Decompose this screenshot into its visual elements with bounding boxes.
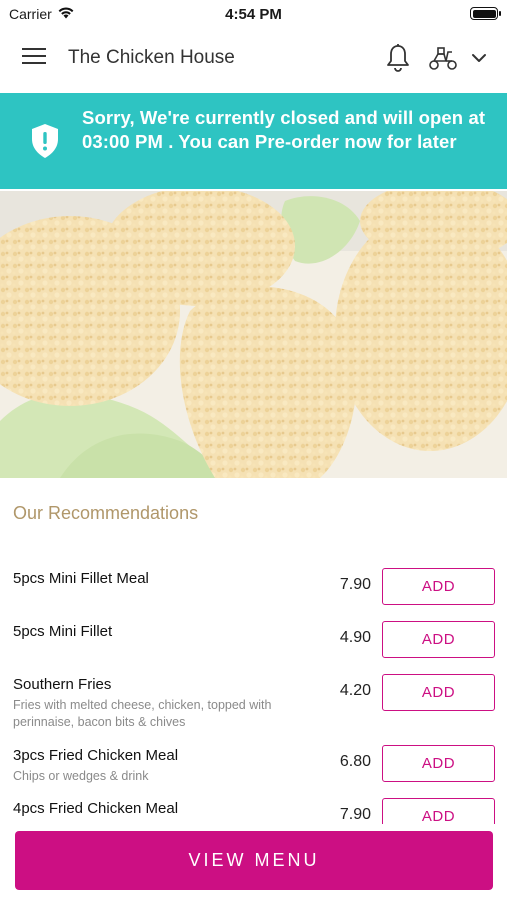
closed-notice-text: Sorry, We're currently closed and will o… — [82, 107, 486, 152]
add-button[interactable]: ADD — [382, 798, 495, 824]
hero-food-image — [0, 191, 507, 478]
item-price: 4.90 — [339, 629, 371, 646]
item-description: Chips or wedges & drink — [13, 769, 149, 783]
item-description: Fries with melted cheese, chicken, toppe… — [13, 698, 272, 729]
add-button[interactable]: ADD — [382, 674, 495, 711]
app-header: The Chicken House — [0, 30, 507, 90]
item-price: 6.80 — [339, 753, 371, 770]
list-item: 5pcs Mini Fillet 4.90 ADD — [0, 613, 507, 666]
list-item: 5pcs Mini Fillet Meal 7.90 ADD — [0, 560, 507, 613]
item-price: 4.20 — [339, 682, 371, 699]
item-name: 5pcs Mini Fillet Meal — [13, 570, 149, 587]
list-item: Southern Fries Fries with melted cheese,… — [0, 666, 507, 737]
item-price: 7.90 — [339, 806, 371, 823]
add-button[interactable]: ADD — [382, 568, 495, 605]
list-item: 4pcs Fried Chicken Meal 7.90 ADD — [0, 790, 507, 824]
bell-icon[interactable] — [385, 43, 411, 73]
list-item: 3pcs Fried Chicken Meal Chips or wedges … — [0, 737, 507, 790]
add-button[interactable]: ADD — [382, 745, 495, 782]
item-name: 3pcs Fried Chicken Meal — [13, 747, 179, 764]
section-title-recommendations: Our Recommendations — [13, 503, 199, 523]
shield-icon — [30, 123, 60, 159]
view-menu-button[interactable]: VIEW MENU — [15, 831, 493, 890]
closed-notice-banner: Sorry, We're currently closed and will o… — [0, 93, 507, 189]
hamburger-menu-icon[interactable] — [22, 48, 46, 68]
recommendation-list: 5pcs Mini Fillet Meal 7.90 ADD 5pcs Mini… — [0, 560, 507, 824]
add-button[interactable]: ADD — [382, 621, 495, 658]
delivery-scooter-icon[interactable] — [428, 46, 458, 72]
status-time: 4:54 PM — [225, 6, 282, 23]
chevron-down-icon[interactable] — [470, 50, 488, 66]
item-price: 7.90 — [339, 576, 371, 593]
item-name: Southern Fries — [13, 676, 112, 693]
battery-icon — [470, 7, 501, 20]
status-bar: Carrier 4:54 PM — [0, 0, 507, 28]
page-title: The Chicken House — [68, 47, 235, 68]
item-name: 5pcs Mini Fillet — [13, 623, 113, 640]
item-name: 4pcs Fried Chicken Meal — [13, 800, 179, 817]
